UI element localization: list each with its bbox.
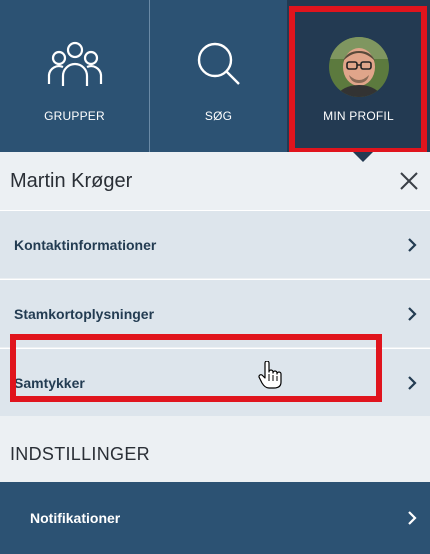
- close-icon[interactable]: [398, 170, 420, 192]
- profile-panel: Martin Krøger Kontaktinformationer Stamk…: [0, 152, 430, 554]
- nav-label-search: SØG: [204, 109, 233, 123]
- nav-tab-search[interactable]: SØG: [150, 0, 287, 152]
- chevron-right-icon: [406, 510, 418, 526]
- menu-item-label: Kontaktinformationer: [14, 236, 157, 253]
- nav-tab-my-profile[interactable]: MIN PROFIL: [287, 0, 430, 152]
- active-tab-caret: [353, 152, 373, 162]
- menu-item-master-data[interactable]: Stamkortoplysninger: [0, 279, 430, 347]
- settings-section-title: INDSTILLINGER: [10, 444, 150, 464]
- menu-item-label: Stamkortoplysninger: [14, 305, 155, 322]
- avatar: [328, 37, 389, 97]
- top-navigation: GRUPPER SØG MIN PROFIL: [0, 0, 430, 152]
- profile-name: Martin Krøger: [10, 169, 133, 192]
- chevron-right-icon: [406, 237, 418, 253]
- notifications-label: Notifikationer: [30, 510, 121, 526]
- chevron-right-icon: [406, 306, 418, 322]
- hand-cursor-icon: [258, 360, 282, 394]
- groups-icon: [47, 40, 103, 97]
- nav-label-groups: GRUPPER: [44, 109, 105, 123]
- menu-item-consents[interactable]: Samtykker: [0, 348, 430, 416]
- nav-label-my-profile: MIN PROFIL: [323, 109, 394, 123]
- search-icon: [193, 40, 245, 97]
- menu-item-contact-info[interactable]: Kontaktinformationer: [0, 210, 430, 278]
- nav-tab-groups[interactable]: GRUPPER: [0, 0, 150, 152]
- menu-item-notifications[interactable]: Notifikationer: [0, 482, 430, 554]
- menu-item-label: Samtykker: [14, 374, 85, 391]
- chevron-right-icon: [406, 375, 418, 391]
